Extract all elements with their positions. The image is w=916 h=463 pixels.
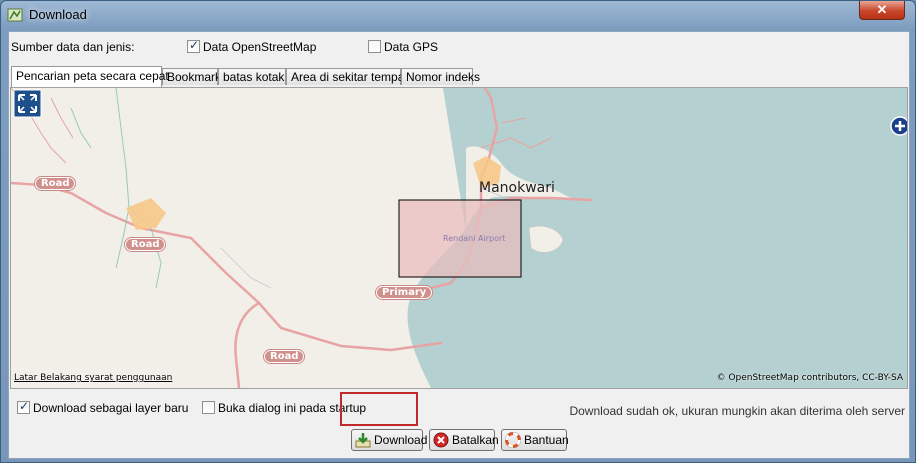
title-bar[interactable]: Download ✕ xyxy=(1,1,915,29)
city-label: Manokwari xyxy=(479,180,555,196)
tab-bounding-box[interactable]: batas kotak xyxy=(218,68,286,85)
new-layer-checkbox[interactable]: Download sebagai layer baru xyxy=(17,399,189,415)
close-button[interactable]: ✕ xyxy=(859,1,905,20)
osm-data-label: Data OpenStreetMap xyxy=(203,40,317,54)
source-label: Sumber data dan jenis: xyxy=(11,40,135,54)
zoom-in-icon[interactable] xyxy=(890,116,907,136)
checkbox-unchecked-icon[interactable] xyxy=(368,40,381,53)
tab-bookmark[interactable]: Bookmark xyxy=(162,68,221,85)
cancel-button-label: Batalkan xyxy=(452,433,499,447)
window-title: Download xyxy=(29,7,87,22)
road-label: Road xyxy=(125,238,166,251)
slippy-map[interactable]: Manokwari Rendani Airport Road Road Prim… xyxy=(10,87,908,389)
checkbox-checked-icon[interactable] xyxy=(187,38,200,53)
cancel-button[interactable]: Batalkan xyxy=(429,429,499,451)
gps-data-label: Data GPS xyxy=(384,40,439,54)
checkbox-unchecked-icon[interactable] xyxy=(202,401,215,414)
tab-tile-numbers[interactable]: Nomor indeks xyxy=(401,68,480,85)
new-layer-label: Download sebagai layer baru xyxy=(33,401,189,415)
tab-quick-search[interactable]: Pencarian peta secara cepat xyxy=(11,66,169,87)
gps-data-checkbox[interactable]: Data GPS xyxy=(368,40,438,54)
terms-of-use-link[interactable]: Latar Belakang syarat penggunaan xyxy=(14,373,172,383)
download-icon xyxy=(355,433,371,448)
tab-area-around-place[interactable]: Area di sekitar tempat xyxy=(286,68,408,85)
dialog-body: Sumber data dan jenis: Data OpenStreetMa… xyxy=(8,31,910,459)
lifebuoy-icon xyxy=(505,432,521,448)
help-button-label: Bantuan xyxy=(524,433,569,447)
close-icon: ✕ xyxy=(876,2,888,17)
download-status-text: Download sudah ok, ukuran mungkin akan d… xyxy=(569,404,905,418)
download-button-highlight xyxy=(340,392,418,426)
josm-app-icon xyxy=(7,8,23,22)
download-button-label: Download xyxy=(374,433,428,447)
help-button[interactable]: Bantuan xyxy=(501,429,569,451)
download-button[interactable]: Download xyxy=(351,429,427,451)
cancel-icon xyxy=(433,432,449,448)
checkbox-checked-icon[interactable] xyxy=(17,399,30,414)
road-label: Road xyxy=(35,177,76,190)
road-label: Primary xyxy=(376,286,433,299)
road-label: Road xyxy=(264,350,305,363)
airport-label: Rendani Airport xyxy=(443,234,506,243)
fullscreen-icon[interactable] xyxy=(13,89,42,118)
osm-data-checkbox[interactable]: Data OpenStreetMap xyxy=(187,38,317,54)
download-dialog: Download ✕ Sumber data dan jenis: Data O… xyxy=(0,0,916,463)
map-attribution: © OpenStreetMap contributors, CC-BY-SA xyxy=(716,373,903,383)
